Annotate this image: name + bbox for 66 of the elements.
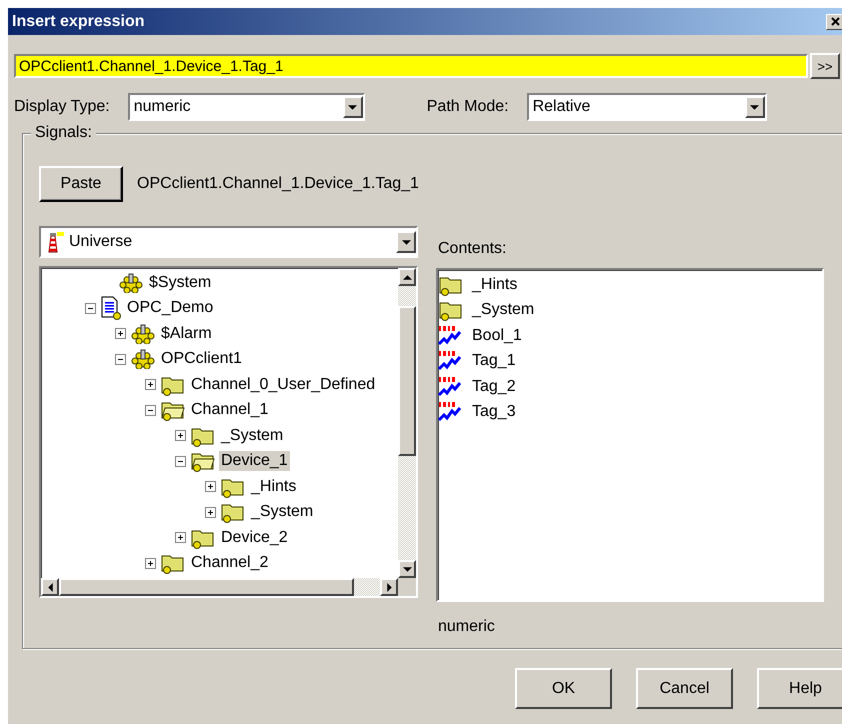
signal-icon (438, 350, 464, 372)
list-item[interactable]: _Hints (472, 276, 518, 294)
collapse-icon[interactable] (115, 354, 126, 365)
tree-item[interactable]: Device_2 (219, 528, 290, 548)
expand-icon[interactable] (145, 558, 156, 569)
tree-item[interactable]: _System (249, 502, 316, 522)
collapse-icon[interactable] (85, 302, 96, 314)
expand-icon[interactable] (115, 328, 126, 340)
expand-button[interactable]: >> (810, 53, 840, 79)
list-item[interactable]: _System (472, 301, 534, 320)
signal-icon (438, 376, 464, 398)
root-dropdown[interactable]: Universe (39, 226, 418, 258)
display-type-label: Display Type: (14, 98, 110, 116)
scroll-down-icon (402, 566, 412, 572)
tree-item[interactable]: Channel_0_User_Defined (189, 374, 378, 395)
tree-item[interactable]: Channel_1 (189, 400, 270, 420)
tree-item[interactable]: OPC_Demo (125, 298, 216, 318)
paste-path: OPCclient1.Channel_1.Device_1.Tag_1 (137, 175, 419, 193)
expand-icon[interactable] (175, 430, 186, 442)
scrollbar-corner (398, 578, 416, 596)
expand-icon[interactable] (175, 532, 186, 544)
list-item[interactable]: Bool_1 (472, 326, 522, 345)
vertical-scrollbar[interactable] (398, 268, 416, 578)
expression-field[interactable]: OPCclient1.Channel_1.Device_1.Tag_1 (14, 54, 808, 78)
type-text: numeric (438, 618, 496, 636)
dropdown-arrow-icon (348, 104, 358, 110)
close-button[interactable] (826, 14, 842, 30)
gear-icon (130, 324, 156, 344)
path-mode-label: Path Mode: (426, 98, 509, 116)
contents-label: Contents: (438, 240, 508, 258)
tree-item[interactable]: OPCclient1 (159, 349, 244, 370)
collapse-icon[interactable] (145, 404, 156, 416)
dialog-button[interactable]: Help (757, 668, 842, 709)
dialog-button[interactable]: OK (515, 668, 612, 709)
tree-item[interactable]: _System (219, 426, 286, 446)
gear-icon (118, 272, 144, 293)
expand-icon[interactable] (205, 481, 216, 492)
root-label: Universe (69, 233, 132, 251)
paste-button[interactable]: Paste (39, 166, 123, 202)
horizontal-scrollbar[interactable] (41, 578, 398, 596)
list-item[interactable]: Tag_1 (472, 352, 516, 370)
path-mode-dropdown[interactable]: Relative (526, 93, 767, 121)
expand-icon[interactable] (145, 379, 156, 390)
tree-item[interactable]: Device_1 (219, 451, 290, 472)
display-type-dropdown[interactable]: numeric (128, 93, 365, 121)
document-icon (100, 296, 122, 320)
list-item[interactable]: Tag_2 (472, 378, 516, 396)
dialog-button[interactable]: Cancel (636, 668, 733, 709)
gear-icon (130, 349, 156, 370)
window-title: Insert expression (12, 12, 144, 30)
dropdown-arrow-icon (402, 240, 410, 244)
signal-icon (438, 324, 464, 347)
signal-icon (438, 401, 464, 424)
expand-icon[interactable] (205, 506, 216, 518)
collapse-icon[interactable] (175, 456, 186, 467)
list-item[interactable]: Tag_3 (472, 403, 516, 422)
close-icon (830, 17, 840, 26)
tree-item[interactable]: _Hints (249, 476, 298, 497)
tree-item[interactable]: Channel_2 (189, 553, 270, 574)
scroll-left-icon (48, 582, 52, 592)
scroll-up-icon (402, 274, 412, 280)
scroll-right-icon (386, 582, 392, 592)
dropdown-arrow-icon (750, 104, 760, 110)
tree-item[interactable]: $System (147, 272, 214, 293)
tree-item[interactable]: $Alarm (159, 324, 214, 344)
group-title: Signals: (31, 124, 96, 142)
